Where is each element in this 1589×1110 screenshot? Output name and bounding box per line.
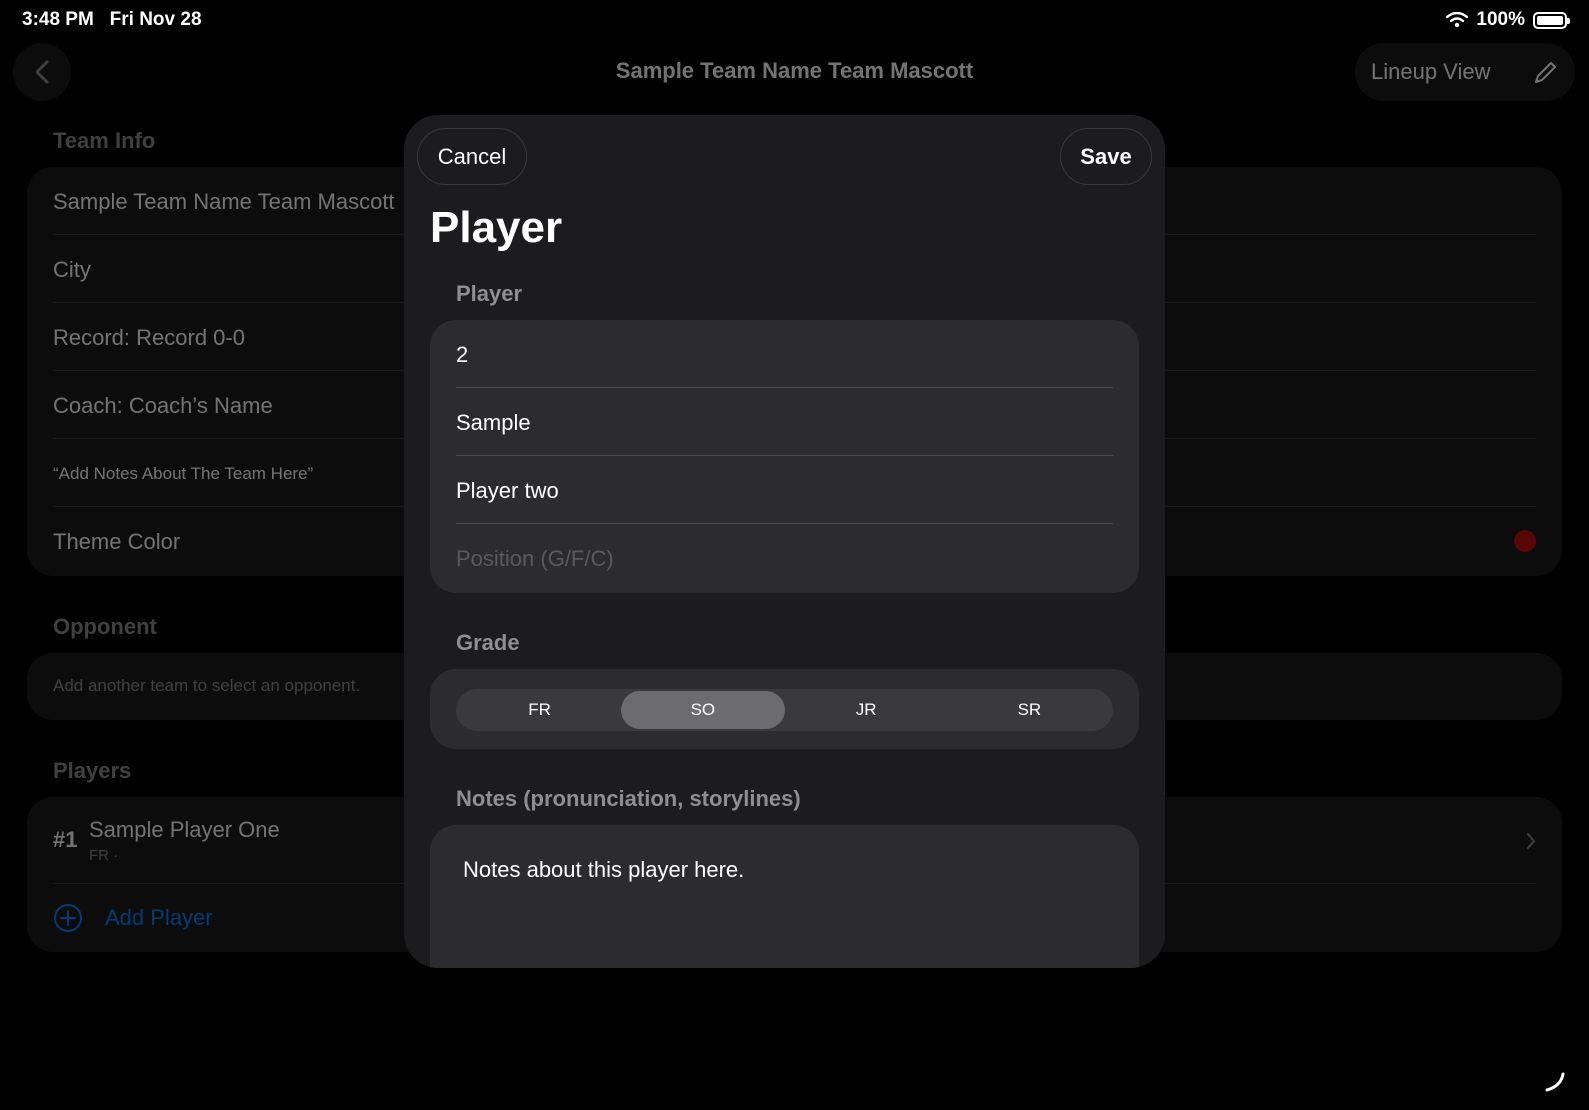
theme-color-swatch[interactable]	[1514, 530, 1536, 552]
player-number: #1	[53, 827, 78, 852]
lineup-view-label: Lineup View	[1371, 59, 1491, 84]
grade-option-fr[interactable]: FR	[458, 691, 621, 729]
number-field[interactable]: 2	[456, 342, 1113, 368]
grade-segmented-control: FR SO JR SR	[456, 689, 1113, 731]
notes-textarea[interactable]: Notes about this player here.	[430, 825, 1139, 968]
battery-percent: 100%	[1476, 9, 1525, 30]
status-clock: 3:48 PM	[22, 9, 94, 30]
battery-icon	[1533, 11, 1570, 29]
status-date: Fri Nov 28	[109, 9, 202, 30]
lineup-view-button[interactable]: Lineup View	[1355, 43, 1575, 101]
cancel-button[interactable]: Cancel	[417, 128, 527, 185]
opponent-header: Opponent	[53, 614, 157, 639]
status-time: 3:48 PM Fri Nov 28	[22, 9, 202, 31]
player-detail: FR ·	[89, 847, 119, 864]
divider	[456, 387, 1113, 388]
grade-section-header: Grade	[456, 630, 520, 655]
notes-section-header: Notes (pronunciation, storylines)	[456, 786, 801, 811]
last-name-field[interactable]: Player two	[456, 478, 1113, 504]
nav-title: Sample Team Name Team Mascott	[615, 58, 974, 83]
player-sheet: Cancel Save Player Player 2 Sample Playe…	[404, 115, 1165, 968]
wifi-icon	[1446, 12, 1469, 28]
save-button[interactable]: Save	[1060, 128, 1152, 185]
grade-option-so[interactable]: SO	[621, 691, 785, 729]
resize-handle-icon[interactable]	[1543, 1070, 1565, 1092]
add-player-label: Add Player	[105, 905, 213, 930]
grade-group: FR SO JR SR	[430, 669, 1139, 749]
grade-option-sr[interactable]: SR	[948, 691, 1111, 729]
divider	[456, 523, 1113, 524]
add-player-button[interactable]: Add Player	[53, 903, 213, 933]
position-field[interactable]: Position (G/F/C)	[456, 546, 1113, 572]
chevron-right-icon	[1527, 833, 1535, 849]
first-name-field[interactable]: Sample	[456, 410, 1113, 436]
notes-text: Notes about this player here.	[463, 857, 745, 882]
team-info-header: Team Info	[53, 128, 156, 153]
grade-option-jr[interactable]: JR	[785, 691, 948, 729]
sheet-title: Player	[430, 203, 563, 252]
status-indicators: 100%	[1446, 9, 1570, 31]
divider	[456, 455, 1113, 456]
players-header: Players	[53, 758, 132, 783]
plus-circle-icon	[54, 904, 82, 932]
player-fields-group: 2 Sample Player two Position (G/F/C)	[430, 320, 1139, 593]
pencil-icon[interactable]	[1533, 59, 1559, 85]
player-name: Sample Player One	[89, 817, 280, 842]
player-section-header: Player	[456, 281, 523, 306]
